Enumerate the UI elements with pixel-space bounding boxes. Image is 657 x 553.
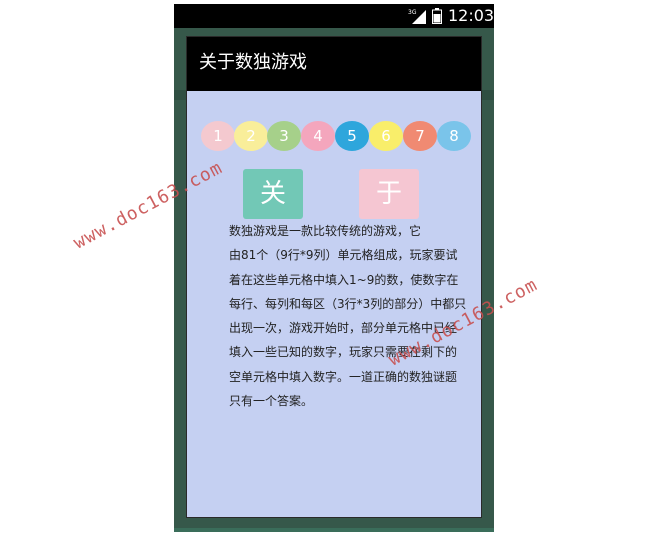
phone-screen: 3G 12:03 关于数独游戏 1 2 3 4 5 6 7 8 关 于 数独游戏…: [174, 4, 494, 532]
backdrop-bottom-bar: [174, 528, 494, 532]
description-line: 只有一个答案。: [229, 394, 314, 409]
number-circle: 4: [301, 121, 335, 151]
number-circle: 6: [369, 121, 403, 151]
number-circles: 1 2 3 4 5 6 7 8: [201, 121, 471, 153]
number-circle: 5: [335, 121, 369, 151]
about-dialog: 关于数独游戏 1 2 3 4 5 6 7 8 关 于 数独游戏是一款比较传统的游…: [186, 36, 482, 518]
status-clock: 12:03: [448, 6, 494, 25]
number-circle: 7: [403, 121, 437, 151]
number-circle: 1: [201, 121, 235, 151]
title-tile-guan: 关: [243, 169, 303, 219]
description-line: 着在这些单元格中填入1~9的数，使数字在: [229, 272, 459, 287]
description-line: 空单元格中填入数字。一道正确的数独谜题: [229, 369, 458, 384]
dialog-titlebar: 关于数独游戏: [187, 37, 481, 91]
signal-3g-icon: 3G: [408, 9, 426, 24]
dialog-title: 关于数独游戏: [199, 52, 307, 73]
description-line: 每行、每列和每区（3行*3列的部分）中都只: [229, 296, 467, 311]
title-tile-yu: 于: [359, 169, 419, 219]
description-line: 数独游戏是一款比较传统的游戏，它: [229, 224, 422, 238]
network-type-label: 3G: [408, 9, 417, 16]
sudoku-description: 数独游戏是一款比较传统的游戏，它 由81个（9行*9列）单元格组成，玩家要试 着…: [229, 219, 469, 413]
description-line: 由81个（9行*9列）单元格组成，玩家要试: [229, 248, 458, 263]
number-circle: 3: [267, 121, 301, 151]
number-circle: 8: [437, 121, 471, 151]
status-bar: 3G 12:03: [174, 4, 494, 28]
battery-icon: [432, 8, 442, 24]
number-circle: 2: [234, 121, 268, 151]
